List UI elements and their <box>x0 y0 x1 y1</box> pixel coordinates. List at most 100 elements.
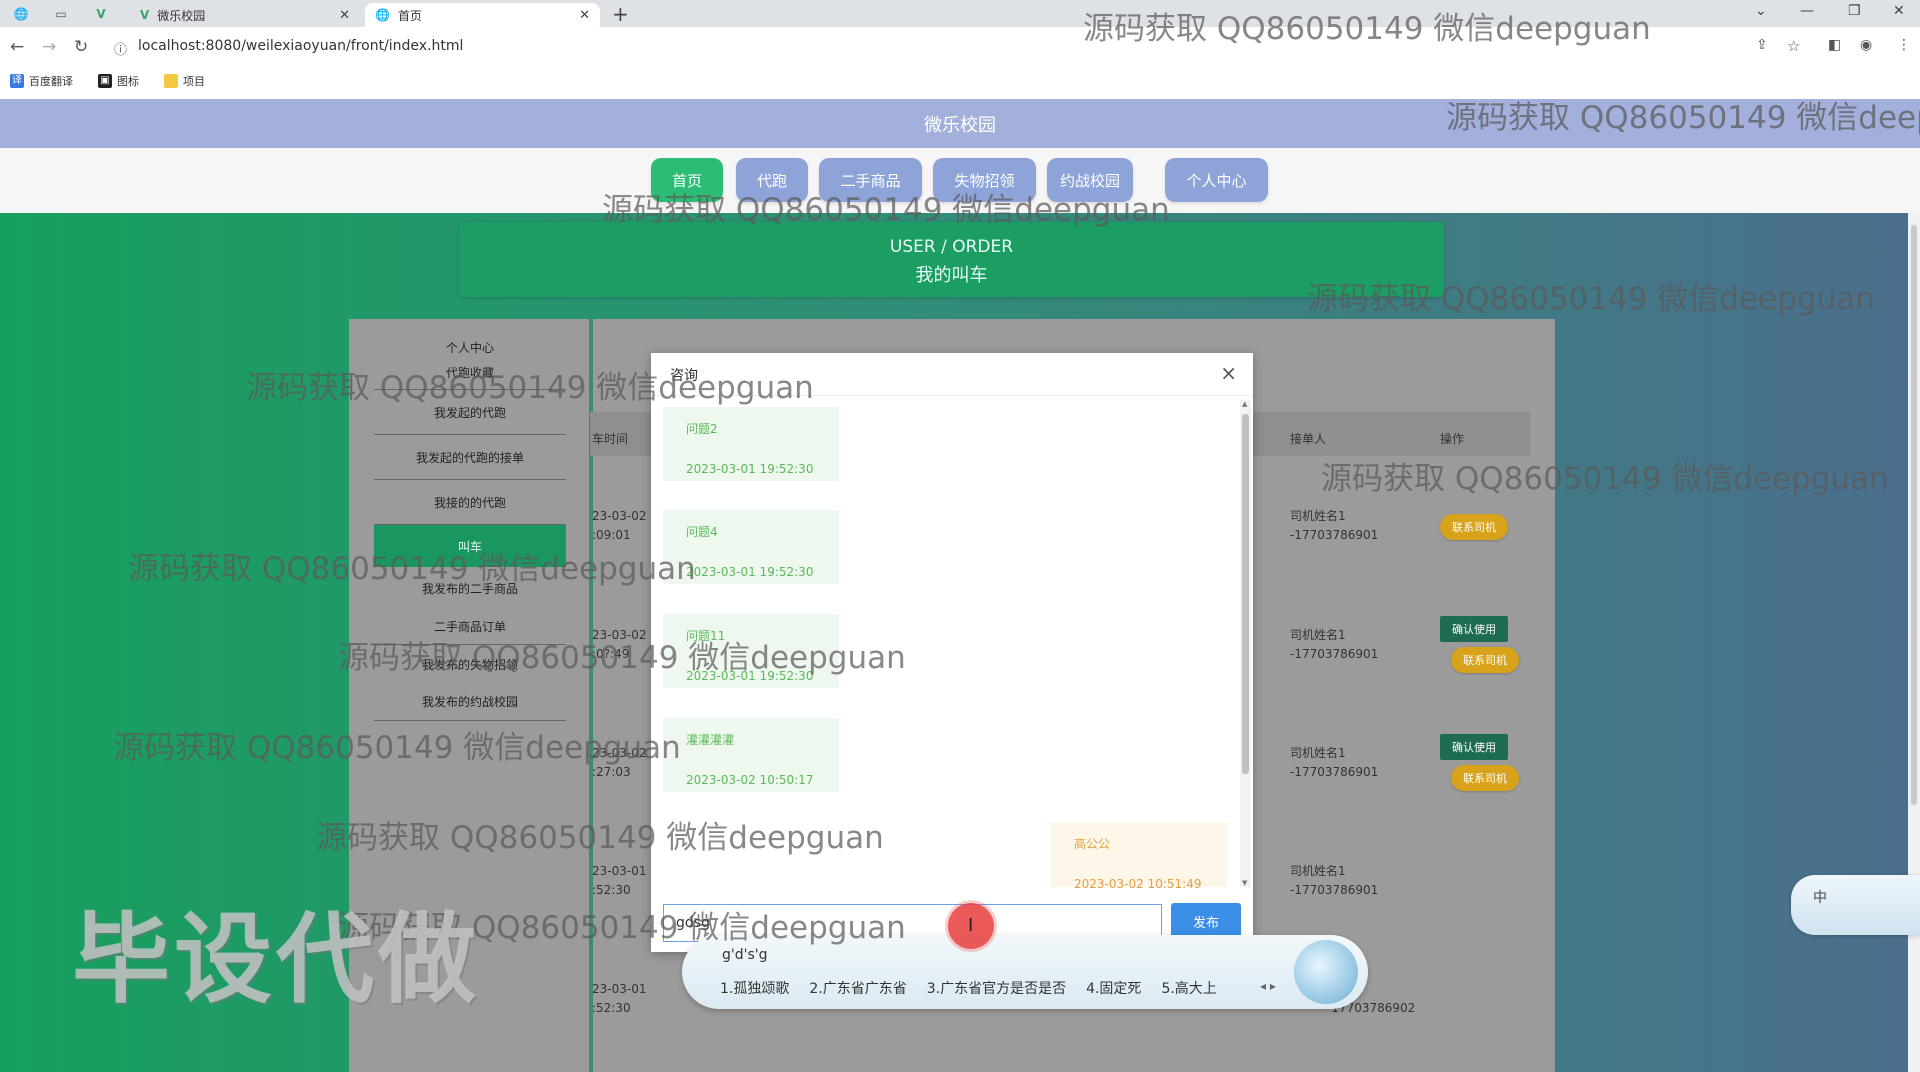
text-cursor-icon: I <box>968 915 974 936</box>
nav-campus-battle[interactable]: 约战校园 <box>1047 158 1133 202</box>
sidebar-item-user-center[interactable]: 个人中心 <box>374 330 566 356</box>
nav-secondhand[interactable]: 二手商品 <box>819 158 922 202</box>
sidebar-item-my-lost-found[interactable]: 我发布的失物招领 <box>374 645 566 683</box>
ime-page-arrows-icon[interactable]: ◂ ▸ <box>1260 979 1276 993</box>
row-receiver: 司机姓名1 -17703786901 <box>1290 509 1379 542</box>
ime-candidate-list: 1.孤独颂歌 2.广东省广东省 3.广东省官方是否是否 4.固定死 5.高大上 <box>720 978 1217 998</box>
profile-icon[interactable]: ◉ <box>1860 37 1872 53</box>
scroll-up-icon[interactable]: ▲ <box>1242 400 1247 408</box>
close-tab-icon[interactable]: ✕ <box>339 8 350 23</box>
tab-title: 首页 <box>397 8 422 23</box>
row-time: 23-03-02:09:01 <box>592 509 647 542</box>
row-receiver: 司机姓名1 -17703786901 <box>1290 864 1379 897</box>
message-time: 2023-03-02 10:51:49 <box>1074 877 1202 891</box>
main-nav: 首页 代跑 二手商品 失物招领 约战校园 个人中心 <box>0 148 1920 213</box>
confirm-use-button[interactable]: 确认使用 <box>1440 734 1508 760</box>
dialog-title: 咨询 <box>670 368 698 384</box>
new-tab-icon[interactable]: + <box>612 2 629 26</box>
reload-icon[interactable]: ↻ <box>74 37 88 57</box>
message-time: 2023-03-02 10:50:17 <box>686 773 814 787</box>
globe-icon: 🌐 <box>375 8 390 22</box>
sidebar-item-secondhand-orders[interactable]: 二手商品订单 <box>374 609 566 645</box>
scroll-thumb[interactable] <box>1242 414 1249 774</box>
bookmark-icons[interactable]: ▣ 图标 <box>98 73 139 89</box>
vue-tab-icon[interactable]: V <box>86 4 116 24</box>
contact-driver-button[interactable]: 联系司机 <box>1451 765 1519 791</box>
back-arrow-icon[interactable]: ← <box>10 37 24 57</box>
page-scroll-thumb[interactable] <box>1911 225 1917 805</box>
message-text: 问题4 <box>686 525 718 539</box>
sidebar-item-accepted-errands[interactable]: 我接的的代跑 <box>374 480 566 525</box>
sidebar-item-errand-orders[interactable]: 我发起的代跑的接单 <box>374 435 566 480</box>
chat-message: 问题11 2023-03-01 19:52:30 <box>663 614 839 688</box>
star-icon[interactable]: ☆ <box>1787 37 1800 55</box>
row-time: 23-03-02:27:03 <box>592 746 647 779</box>
menu-icon[interactable]: ⋮ <box>1897 37 1911 53</box>
chat-scrollbar[interactable]: ▲ ▼ <box>1240 400 1251 887</box>
sidebar-item-my-campus-battle[interactable]: 我发布的约战校园 <box>374 683 566 721</box>
page-scrollbar[interactable] <box>1908 213 1920 1072</box>
row-time: 23-03-02:0?:49 <box>592 628 647 661</box>
close-icon[interactable]: × <box>1220 361 1237 385</box>
folder-icon <box>164 74 178 88</box>
row-time: 23-03-01:52:30 <box>592 864 647 897</box>
chevron-down-icon[interactable]: ⌄ <box>1755 3 1767 19</box>
nav-lost-found[interactable]: 失物招领 <box>933 158 1036 202</box>
ime-candidate[interactable]: 4.固定死 <box>1086 978 1141 998</box>
sidebar-icon[interactable]: ◧ <box>1828 37 1841 53</box>
ime-logo-icon <box>1294 940 1358 1004</box>
info-icon[interactable]: ⓘ <box>114 39 127 58</box>
ime-status-bar[interactable]: 中 <box>1791 875 1920 935</box>
banner-subtitle: USER / ORDER <box>889 237 1014 257</box>
nav-user-center[interactable]: 个人中心 <box>1165 158 1268 202</box>
globe-icon[interactable]: 🌐 <box>6 4 36 24</box>
page-banner: USER / ORDER 我的叫车 <box>459 222 1444 297</box>
bookmark-project[interactable]: 项目 <box>164 73 205 89</box>
ime-candidate[interactable]: 5.高大上 <box>1161 978 1216 998</box>
browser-tab-bar: 🌐 ▭ V V 微乐校园 ✕ 🌐 首页 ✕ + ⌄ — ❐ ✕ <box>0 0 1920 27</box>
chat-message-reply: 高公公 2023-03-02 10:51:49 <box>1051 822 1227 891</box>
image-icon: ▣ <box>98 74 112 88</box>
scroll-down-icon[interactable]: ▼ <box>1242 879 1247 887</box>
chat-message: 问题4 2023-03-01 19:52:30 <box>663 510 839 584</box>
bookmark-baidu-fanyi[interactable]: 译百度翻译 <box>10 73 73 89</box>
sidebar-item-errand-favorites[interactable]: 代跑收藏 <box>374 356 566 390</box>
close-window-icon[interactable]: ✕ <box>1893 3 1905 19</box>
url-field[interactable]: localhost:8080/weilexiaoyuan/front/index… <box>138 38 463 54</box>
restore-icon[interactable]: ❐ <box>1848 3 1861 19</box>
sidebar-item-my-errands[interactable]: 我发起的代跑 <box>374 390 566 435</box>
user-sidebar: 个人中心 代跑收藏 我发起的代跑 我发起的代跑的接单 我接的的代跑 叫车 我发布… <box>374 330 566 721</box>
sidebar-item-my-secondhand[interactable]: 我发布的二手商品 <box>374 567 566 609</box>
ime-candidate[interactable]: 2.广东省广东省 <box>809 978 906 998</box>
ime-candidate-window: g'd's'g 1.孤独颂歌 2.广东省广东省 3.广东省官方是否是否 4.固定… <box>682 935 1368 1009</box>
minimize-icon[interactable]: — <box>1800 3 1814 19</box>
bookmark-label: 图标 <box>117 75 139 88</box>
tab-title: 微乐校园 <box>157 8 206 23</box>
nav-errand[interactable]: 代跑 <box>736 158 808 202</box>
tab-weilexiaoyuan[interactable]: V 微乐校园 ✕ <box>130 3 360 27</box>
send-button[interactable]: 发布 <box>1171 903 1241 939</box>
bookmark-label: 百度翻译 <box>29 75 73 88</box>
ime-pinyin: g'd's'g <box>722 947 768 963</box>
share-icon[interactable]: ⇪ <box>1756 37 1768 53</box>
contact-driver-button[interactable]: 联系司机 <box>1451 647 1519 673</box>
watermark-big: 毕设代做 <box>72 903 481 1017</box>
close-tab-icon[interactable]: ✕ <box>579 8 590 23</box>
message-text: 灌灌灌灌 <box>686 733 735 747</box>
address-bar-row: ← → ↻ ⓘ localhost:8080/weilexiaoyuan/fro… <box>0 27 1920 68</box>
ime-candidate[interactable]: 1.孤独颂歌 <box>720 978 789 998</box>
column-header-time: 车时间 <box>592 432 629 446</box>
confirm-use-button[interactable]: 确认使用 <box>1440 616 1508 642</box>
blank-tab-icon[interactable]: ▭ <box>46 4 76 24</box>
tab-home[interactable]: 🌐 首页 ✕ <box>365 3 600 27</box>
dialog-divider <box>651 395 1253 396</box>
bookmark-label: 项目 <box>183 75 205 88</box>
contact-driver-button[interactable]: 联系司机 <box>1440 514 1508 540</box>
site-header: 微乐校园 <box>0 99 1920 148</box>
message-text: 问题11 <box>686 629 726 643</box>
forward-arrow-icon[interactable]: → <box>42 37 56 57</box>
nav-home[interactable]: 首页 <box>651 158 723 202</box>
sidebar-item-taxi[interactable]: 叫车 <box>374 525 566 567</box>
message-text: 问题2 <box>686 422 718 436</box>
ime-candidate[interactable]: 3.广东省官方是否是否 <box>927 978 1066 998</box>
